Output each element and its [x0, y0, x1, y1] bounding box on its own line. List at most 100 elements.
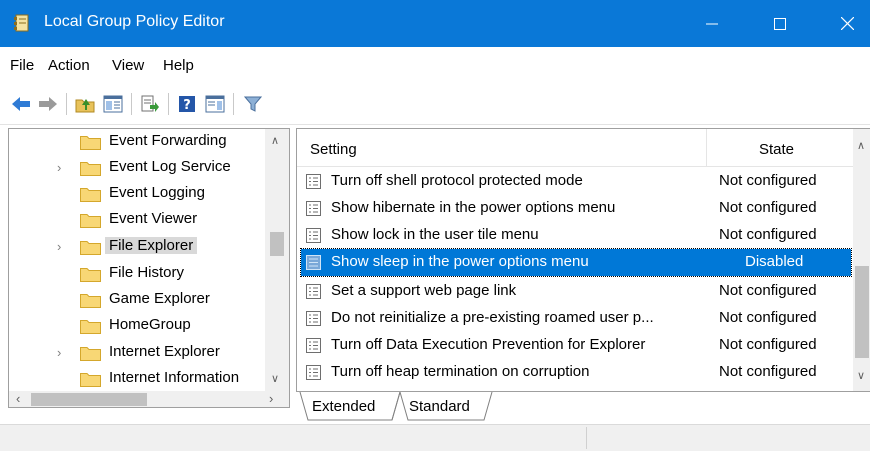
policy-state: Disabled	[745, 253, 804, 270]
policy-state: Not configured	[719, 282, 817, 299]
tree-item-label: Event Log Service	[109, 158, 231, 175]
maximize-icon	[774, 17, 786, 30]
tree-vertical-scrollbar[interactable]: ∧ ∨	[265, 129, 289, 391]
menu-help[interactable]: Help	[163, 57, 194, 74]
scroll-down-icon[interactable]: ∨	[857, 369, 865, 382]
policy-name: Do not reinitialize a pre-existing roame…	[331, 309, 654, 326]
tree-item-label: Event Logging	[109, 184, 205, 201]
folder-icon	[80, 188, 101, 202]
back-button[interactable]	[9, 92, 33, 116]
minimize-button[interactable]	[689, 0, 735, 47]
folder-icon	[80, 294, 101, 308]
policy-row[interactable]: Turn off heap termination on corruption …	[301, 359, 851, 386]
tab-standard[interactable]: Standard	[409, 398, 470, 426]
menu-action[interactable]: Action	[48, 57, 90, 74]
tree-item-label: Internet Explorer	[109, 343, 220, 360]
policy-setting-icon	[306, 284, 321, 299]
help-button[interactable]: ?	[175, 92, 199, 116]
tree-item-label: File History	[109, 264, 185, 281]
policy-name: Turn off heap termination on corruption	[331, 363, 590, 380]
tree-item[interactable]: HomeGroup	[9, 313, 265, 339]
scroll-thumb[interactable]	[270, 232, 284, 256]
tree-item[interactable]: › Event Log Service	[9, 155, 265, 181]
folder-icon	[80, 136, 101, 150]
folder-icon	[80, 320, 101, 334]
chevron-right-icon[interactable]: ›	[57, 161, 69, 175]
close-button[interactable]	[824, 0, 870, 47]
filter-button[interactable]	[241, 92, 265, 116]
scroll-right-icon[interactable]: ›	[269, 391, 273, 406]
tree-item-label: File Explorer	[105, 237, 198, 254]
tree-item[interactable]: Event Forwarding	[9, 129, 265, 155]
title-bar: Local Group Policy Editor	[0, 0, 870, 47]
toolbar-separator	[66, 93, 67, 115]
properties-button[interactable]	[203, 92, 227, 116]
policy-row-selected[interactable]: Show sleep in the power options menu Dis…	[300, 248, 852, 277]
up-folder-icon	[75, 99, 95, 113]
scroll-down-icon[interactable]: ∨	[271, 372, 279, 385]
minimize-icon	[706, 23, 718, 24]
policy-name: Set a support web page link	[331, 282, 517, 299]
tree-item-label: Event Viewer	[109, 210, 198, 227]
properties-icon	[205, 95, 225, 113]
policy-state: Not configured	[719, 309, 817, 326]
scroll-thumb[interactable]	[31, 393, 147, 406]
view-tabs: Extended Standard	[296, 392, 870, 422]
column-header-state[interactable]: State	[759, 141, 794, 158]
tree-item-label: Internet Information	[109, 369, 240, 386]
tree-horizontal-scrollbar[interactable]: ‹ ›	[9, 391, 289, 407]
menu-view[interactable]: View	[112, 57, 144, 74]
export-list-icon	[141, 95, 159, 112]
tree-item-label: Game Explorer	[109, 290, 210, 307]
tree-item[interactable]: Event Logging	[9, 181, 265, 207]
policy-state: Not configured	[719, 172, 817, 189]
folder-icon	[80, 214, 101, 228]
tree-item[interactable]: Internet Information	[9, 366, 265, 392]
up-one-level-button[interactable]	[73, 92, 97, 116]
tree-item-selected[interactable]: › File Explorer	[9, 234, 265, 260]
scroll-thumb[interactable]	[855, 266, 869, 358]
toolbar-separator	[168, 93, 169, 115]
policy-name: Turn off Data Execution Prevention for E…	[331, 336, 646, 353]
policy-row[interactable]: Do not reinitialize a pre-existing roame…	[301, 305, 851, 332]
scroll-left-icon[interactable]: ‹	[16, 391, 20, 406]
help-icon: ?	[179, 96, 195, 113]
close-icon	[840, 17, 854, 30]
toolbar-separator	[131, 93, 132, 115]
chevron-right-icon[interactable]: ›	[57, 346, 69, 360]
menu-file[interactable]: File	[10, 57, 34, 74]
column-divider[interactable]	[706, 129, 707, 167]
export-list-button[interactable]	[138, 92, 162, 116]
tree-item[interactable]: Game Explorer	[9, 287, 265, 313]
show-hide-tree-button[interactable]	[101, 92, 125, 116]
policy-row[interactable]: Set a support web page link Not configur…	[301, 278, 851, 305]
maximize-button[interactable]	[757, 0, 803, 47]
policy-name: Show sleep in the power options menu	[331, 253, 589, 270]
policy-setting-icon	[306, 338, 321, 353]
policy-row[interactable]: Turn off Data Execution Prevention for E…	[301, 332, 851, 359]
tree-item-label: Event Forwarding	[109, 132, 227, 149]
policy-setting-icon	[306, 311, 321, 326]
back-arrow-icon	[12, 97, 30, 111]
policy-setting-icon	[306, 228, 321, 243]
tree-item[interactable]: Event Viewer	[9, 207, 265, 233]
policy-row[interactable]: Show lock in the user tile menu Not conf…	[301, 222, 851, 249]
scroll-up-icon[interactable]: ∧	[857, 139, 865, 152]
toolbar: ?	[0, 83, 870, 125]
tree-item[interactable]: File History	[9, 261, 265, 287]
policy-setting-icon	[306, 365, 321, 380]
forward-button[interactable]	[36, 92, 60, 116]
chevron-right-icon[interactable]: ›	[57, 240, 69, 254]
policy-row[interactable]: Turn off shell protocol protected mode N…	[301, 168, 851, 195]
menu-bar: File Action View Help	[0, 47, 870, 83]
policy-row[interactable]: Show hibernate in the power options menu…	[301, 195, 851, 222]
policy-state: Not configured	[719, 363, 817, 380]
list-vertical-scrollbar[interactable]: ∧ ∨	[853, 129, 870, 391]
tab-extended[interactable]: Extended	[312, 398, 375, 426]
policy-setting-icon	[306, 201, 321, 216]
column-header-setting[interactable]: Setting	[310, 141, 357, 158]
policy-setting-icon	[306, 174, 321, 189]
tree-item[interactable]: › Internet Explorer	[9, 340, 265, 366]
scroll-up-icon[interactable]: ∧	[271, 134, 279, 147]
folder-icon	[80, 268, 101, 282]
